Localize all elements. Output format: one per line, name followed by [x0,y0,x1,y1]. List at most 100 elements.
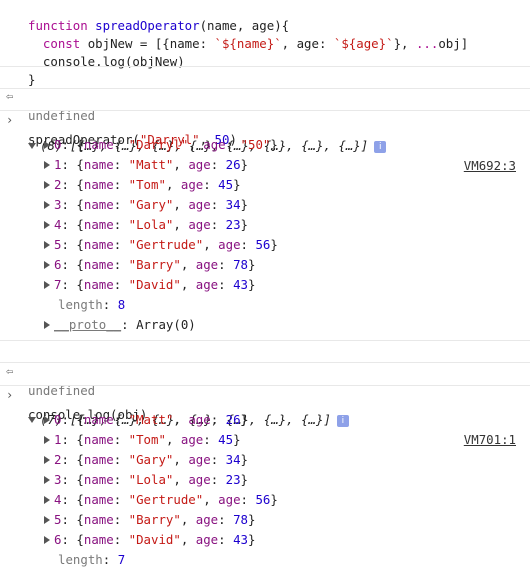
punct: : [113,452,129,467]
punct: } [240,217,249,232]
punct: : { [61,177,84,192]
age-value: 43 [233,277,248,292]
name-key: name [83,532,114,547]
separator [0,362,530,363]
age-value: 26 [225,412,241,427]
array-item-row[interactable]: 0: {name: "Matt", age: 26} [0,410,530,430]
disclosure-triangle-icon[interactable] [44,241,50,249]
array-item-row[interactable]: 1: {name: "Tom", age: 45} [0,430,530,450]
array-item-row[interactable]: 0: {name: "Darryl", age: "50"} [0,135,530,155]
command-row[interactable]: › spreadOperator("Darryl", 50) [0,90,530,147]
disclosure-triangle-icon[interactable] [44,161,50,169]
array-item[interactable]: 3: {name: "Gary", age: 34} [44,195,248,215]
punct: : [203,177,219,192]
punct: : [218,532,234,547]
length-row: length: 7 [0,550,530,570]
array-item[interactable]: 7: {name: "David", age: 43} [44,275,255,295]
array-item[interactable]: 0: {name: "Matt", age: 26} [44,410,248,430]
punct: } [233,432,241,447]
disclosure-triangle-icon[interactable] [44,181,50,189]
punct: } [240,472,249,487]
separator [0,385,530,386]
array-item[interactable]: 6: {name: "Barry", age: 78} [44,255,255,275]
array-summary-row[interactable]: (8) [{…}, {…}, {…}, {…}, {…}, {…}, {…}, … [0,116,530,173]
array-item[interactable]: 2: {name: "Tom", age: 45} [44,175,241,195]
name-key: name [83,432,114,447]
age-value: 26 [225,157,241,172]
name-key: name [83,237,114,252]
age-key: age [195,532,219,547]
punct: : { [61,237,84,252]
punct: : { [61,532,84,547]
punct: , [165,432,181,447]
disclosure-triangle-icon[interactable] [44,516,50,524]
array-summary-row[interactable]: (7) [{…}, {…}, {…}, {…}, {…}, {…}, {…}] i… [0,390,530,447]
punct: : [218,512,234,527]
array-item-row[interactable]: 6: {name: "Barry", age: 78} [0,255,530,275]
array-item[interactable]: 4: {name: "Gertrude", age: 56} [44,490,278,510]
age-key: age [218,237,241,252]
array-item-row[interactable]: 2: {name: "Gary", age: 34} [0,450,530,470]
disclosure-triangle-icon[interactable] [44,416,50,424]
name-key: name [83,197,114,212]
array-item[interactable]: 2: {name: "Gary", age: 34} [44,450,248,470]
disclosure-triangle-icon[interactable] [44,456,50,464]
punct: , [165,177,181,192]
punct: : [210,472,226,487]
punct: , [180,277,196,292]
age-value: 78 [233,257,248,272]
punct: : [218,257,234,272]
punct: : [210,452,226,467]
proto-key[interactable]: __proto__ [54,317,121,332]
array-item-row[interactable]: 5: {name: "Gertrude", age: 56} [0,235,530,255]
punct: } [248,277,256,292]
age-key: age [195,257,219,272]
array-item[interactable]: 3: {name: "Lola", age: 23} [44,470,248,490]
array-item-row[interactable]: 4: {name: "Gertrude", age: 56} [0,490,530,510]
punct: : [240,492,256,507]
name-value: "Lola" [128,472,174,487]
array-item[interactable]: 5: {name: "Barry", age: 78} [44,510,255,530]
length-key: length [58,552,103,567]
array-item[interactable]: 6: {name: "David", age: 43} [44,530,255,550]
disclosure-triangle-icon[interactable] [44,281,50,289]
punct: , [180,512,196,527]
name-value: "Gertrude" [128,237,204,252]
array-item-row[interactable]: 3: {name: "Gary", age: 34} [0,195,530,215]
disclosure-triangle-icon[interactable] [44,321,50,329]
disclosure-triangle-icon[interactable] [44,536,50,544]
disclosure-triangle-icon[interactable] [44,261,50,269]
punct: : [113,217,129,232]
proto-row[interactable]: __proto__: Array(0) [0,315,530,335]
disclosure-triangle-icon[interactable] [44,201,50,209]
array-item[interactable]: 0: {name: "Darryl", age: "50"} [44,135,278,155]
array-item-row[interactable]: 3: {name: "Lola", age: 23} [0,470,530,490]
array-item[interactable]: 1: {name: "Tom", age: 45} [44,430,241,450]
array-item-row[interactable]: 7: {name: "David", age: 43} [0,275,530,295]
array-item[interactable]: 4: {name: "Lola", age: 23} [44,215,248,235]
age-key: age [180,432,204,447]
name-key: name [83,177,114,192]
disclosure-triangle-icon[interactable] [44,221,50,229]
disclosure-triangle-icon[interactable] [44,476,50,484]
name-key: name [83,512,114,527]
array-item-row[interactable]: 1: {name: "Matt", age: 26} [0,155,530,175]
name-value: "Tom" [128,177,166,192]
punct: : [210,197,226,212]
array-item-row[interactable]: 5: {name: "Barry", age: 78} [0,510,530,530]
punct: : [113,512,129,527]
command-row[interactable]: › console.log(obj) [0,365,530,422]
array-item[interactable]: 1: {name: "Matt", age: 26} [44,155,248,175]
name-key: name [83,412,114,427]
disclosure-triangle-icon[interactable] [44,436,50,444]
punct: } [248,512,256,527]
name-key: name [83,157,114,172]
disclosure-triangle-icon[interactable] [44,496,50,504]
proto-entry[interactable]: __proto__: Array(0) [44,315,196,335]
array-item-row[interactable]: 6: {name: "David", age: 43} [0,530,530,550]
disclosure-triangle-icon[interactable] [44,141,50,149]
array-item-row[interactable]: 4: {name: "Lola", age: 23} [0,215,530,235]
array-item[interactable]: 5: {name: "Gertrude", age: 56} [44,235,278,255]
array-item-row[interactable]: 2: {name: "Tom", age: 45} [0,175,530,195]
name-key: name [83,472,114,487]
